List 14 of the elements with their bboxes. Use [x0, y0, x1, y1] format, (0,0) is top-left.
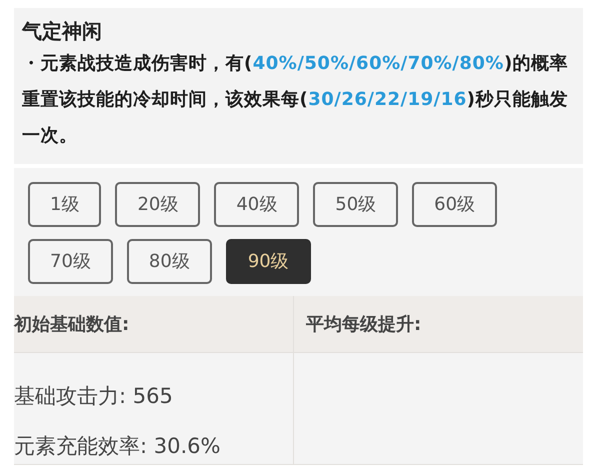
level-button[interactable]: 50级 — [313, 182, 398, 227]
level-button[interactable]: 60级 — [412, 182, 498, 227]
level-button[interactable]: 20级 — [115, 182, 200, 227]
stat-text: 基础攻击力: 565 — [14, 383, 174, 410]
skill-description: ・元素战技造成伤害时，有(40%/50%/60%/70%/80%)的概率重置该技能的冷却时间，该效果每(30/26/22/19/16)秒只能触发一次。 — [22, 52, 570, 148]
level-button[interactable]: 90级 — [226, 239, 311, 284]
level-button[interactable]: 80级 — [126, 239, 212, 284]
level-button[interactable]: 70级 — [28, 239, 113, 284]
column-header: 初始基础数值: — [14, 312, 130, 336]
column-header: 平均每级提升: — [306, 312, 422, 336]
level-button[interactable]: 40级 — [214, 182, 300, 227]
skill-title: 气定神闲 — [22, 18, 103, 45]
stat-text: 元素充能效率: 30.6% — [14, 433, 222, 460]
level-button[interactable]: 1级 — [28, 182, 102, 227]
